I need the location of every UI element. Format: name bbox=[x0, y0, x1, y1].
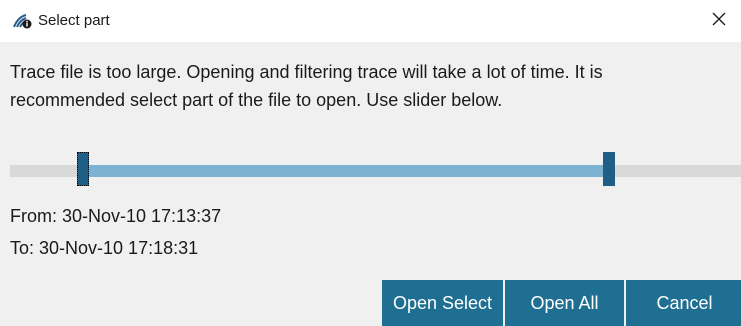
range-to-label: To: 30-Nov-10 17:18:31 bbox=[10, 238, 199, 258]
close-button[interactable] bbox=[696, 0, 741, 42]
range-slider-end-thumb[interactable] bbox=[603, 152, 616, 186]
range-from-label: From: 30-Nov-10 17:13:37 bbox=[10, 206, 222, 226]
signal-document-icon bbox=[12, 13, 32, 29]
range-slider-start-thumb[interactable] bbox=[77, 152, 90, 186]
window-title: Select part bbox=[38, 12, 110, 29]
dialog-buttons: Open Select Open All Cancel bbox=[382, 280, 741, 326]
range-slider-selection bbox=[83, 165, 610, 177]
title-bar: Select part bbox=[0, 0, 741, 42]
open-select-button[interactable]: Open Select bbox=[382, 280, 503, 326]
open-all-button[interactable]: Open All bbox=[505, 280, 624, 326]
warning-message: Trace file is too large. Opening and fil… bbox=[10, 62, 603, 110]
close-icon bbox=[711, 11, 727, 32]
cancel-button[interactable]: Cancel bbox=[626, 280, 741, 326]
